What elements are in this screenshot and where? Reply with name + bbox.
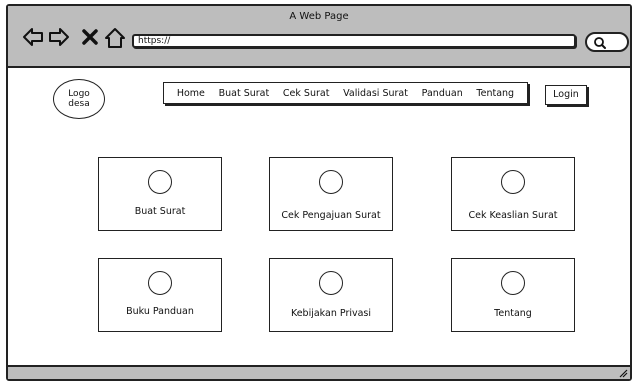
- back-arrow-icon[interactable]: [22, 27, 44, 47]
- card-kebijakan-privasi[interactable]: Kebijakan Privasi: [269, 258, 393, 332]
- card-label: Cek Keaslian Surat: [468, 210, 558, 221]
- card-circle-icon: [319, 271, 343, 295]
- card-circle-icon: [148, 271, 172, 295]
- card-cek-pengajuan-surat[interactable]: Cek Pengajuan Surat: [269, 157, 393, 231]
- card-label: Cek Pengajuan Surat: [281, 210, 381, 221]
- logo: Logo desa: [53, 79, 105, 119]
- address-bar[interactable]: https://: [132, 34, 576, 48]
- card-label: Tentang: [494, 308, 532, 319]
- login-button[interactable]: Login: [545, 85, 587, 105]
- card-label: Kebijakan Privasi: [290, 308, 372, 319]
- forward-arrow-icon[interactable]: [48, 27, 70, 47]
- window-title: A Web Page: [289, 11, 349, 22]
- card-buat-surat[interactable]: Buat Surat: [98, 157, 222, 231]
- menu-item-tentang[interactable]: Tentang: [476, 88, 514, 99]
- card-label: Buat Surat: [134, 206, 186, 217]
- menu-item-panduan[interactable]: Panduan: [422, 88, 463, 99]
- main-menu: Home Buat Surat Cek Surat Validasi Surat…: [163, 82, 528, 104]
- search-icon: [594, 37, 606, 49]
- status-bar: [8, 365, 630, 379]
- browser-window: A Web Page https:// Logo desa Home Buat …: [6, 4, 632, 381]
- card-label: Buku Panduan: [126, 306, 194, 317]
- menu-item-buat-surat[interactable]: Buat Surat: [219, 88, 270, 99]
- card-circle-icon: [501, 170, 525, 194]
- card-circle-icon: [501, 271, 525, 295]
- logo-line-1: Logo: [68, 89, 90, 99]
- card-circle-icon: [319, 170, 343, 194]
- card-tentang[interactable]: Tentang: [451, 258, 575, 332]
- resize-grip-icon[interactable]: [618, 368, 628, 378]
- card-cek-keaslian-surat[interactable]: Cek Keaslian Surat: [451, 157, 575, 231]
- close-x-icon[interactable]: [82, 29, 98, 45]
- menu-item-cek-surat[interactable]: Cek Surat: [283, 88, 330, 99]
- home-icon[interactable]: [104, 27, 126, 49]
- card-buku-panduan[interactable]: Buku Panduan: [98, 258, 222, 332]
- card-circle-icon: [148, 170, 172, 194]
- menu-item-home[interactable]: Home: [177, 88, 205, 99]
- menu-item-validasi-surat[interactable]: Validasi Surat: [343, 88, 408, 99]
- search-button[interactable]: [585, 32, 629, 52]
- browser-titlebar: A Web Page https://: [8, 6, 630, 68]
- logo-line-2: desa: [68, 99, 90, 109]
